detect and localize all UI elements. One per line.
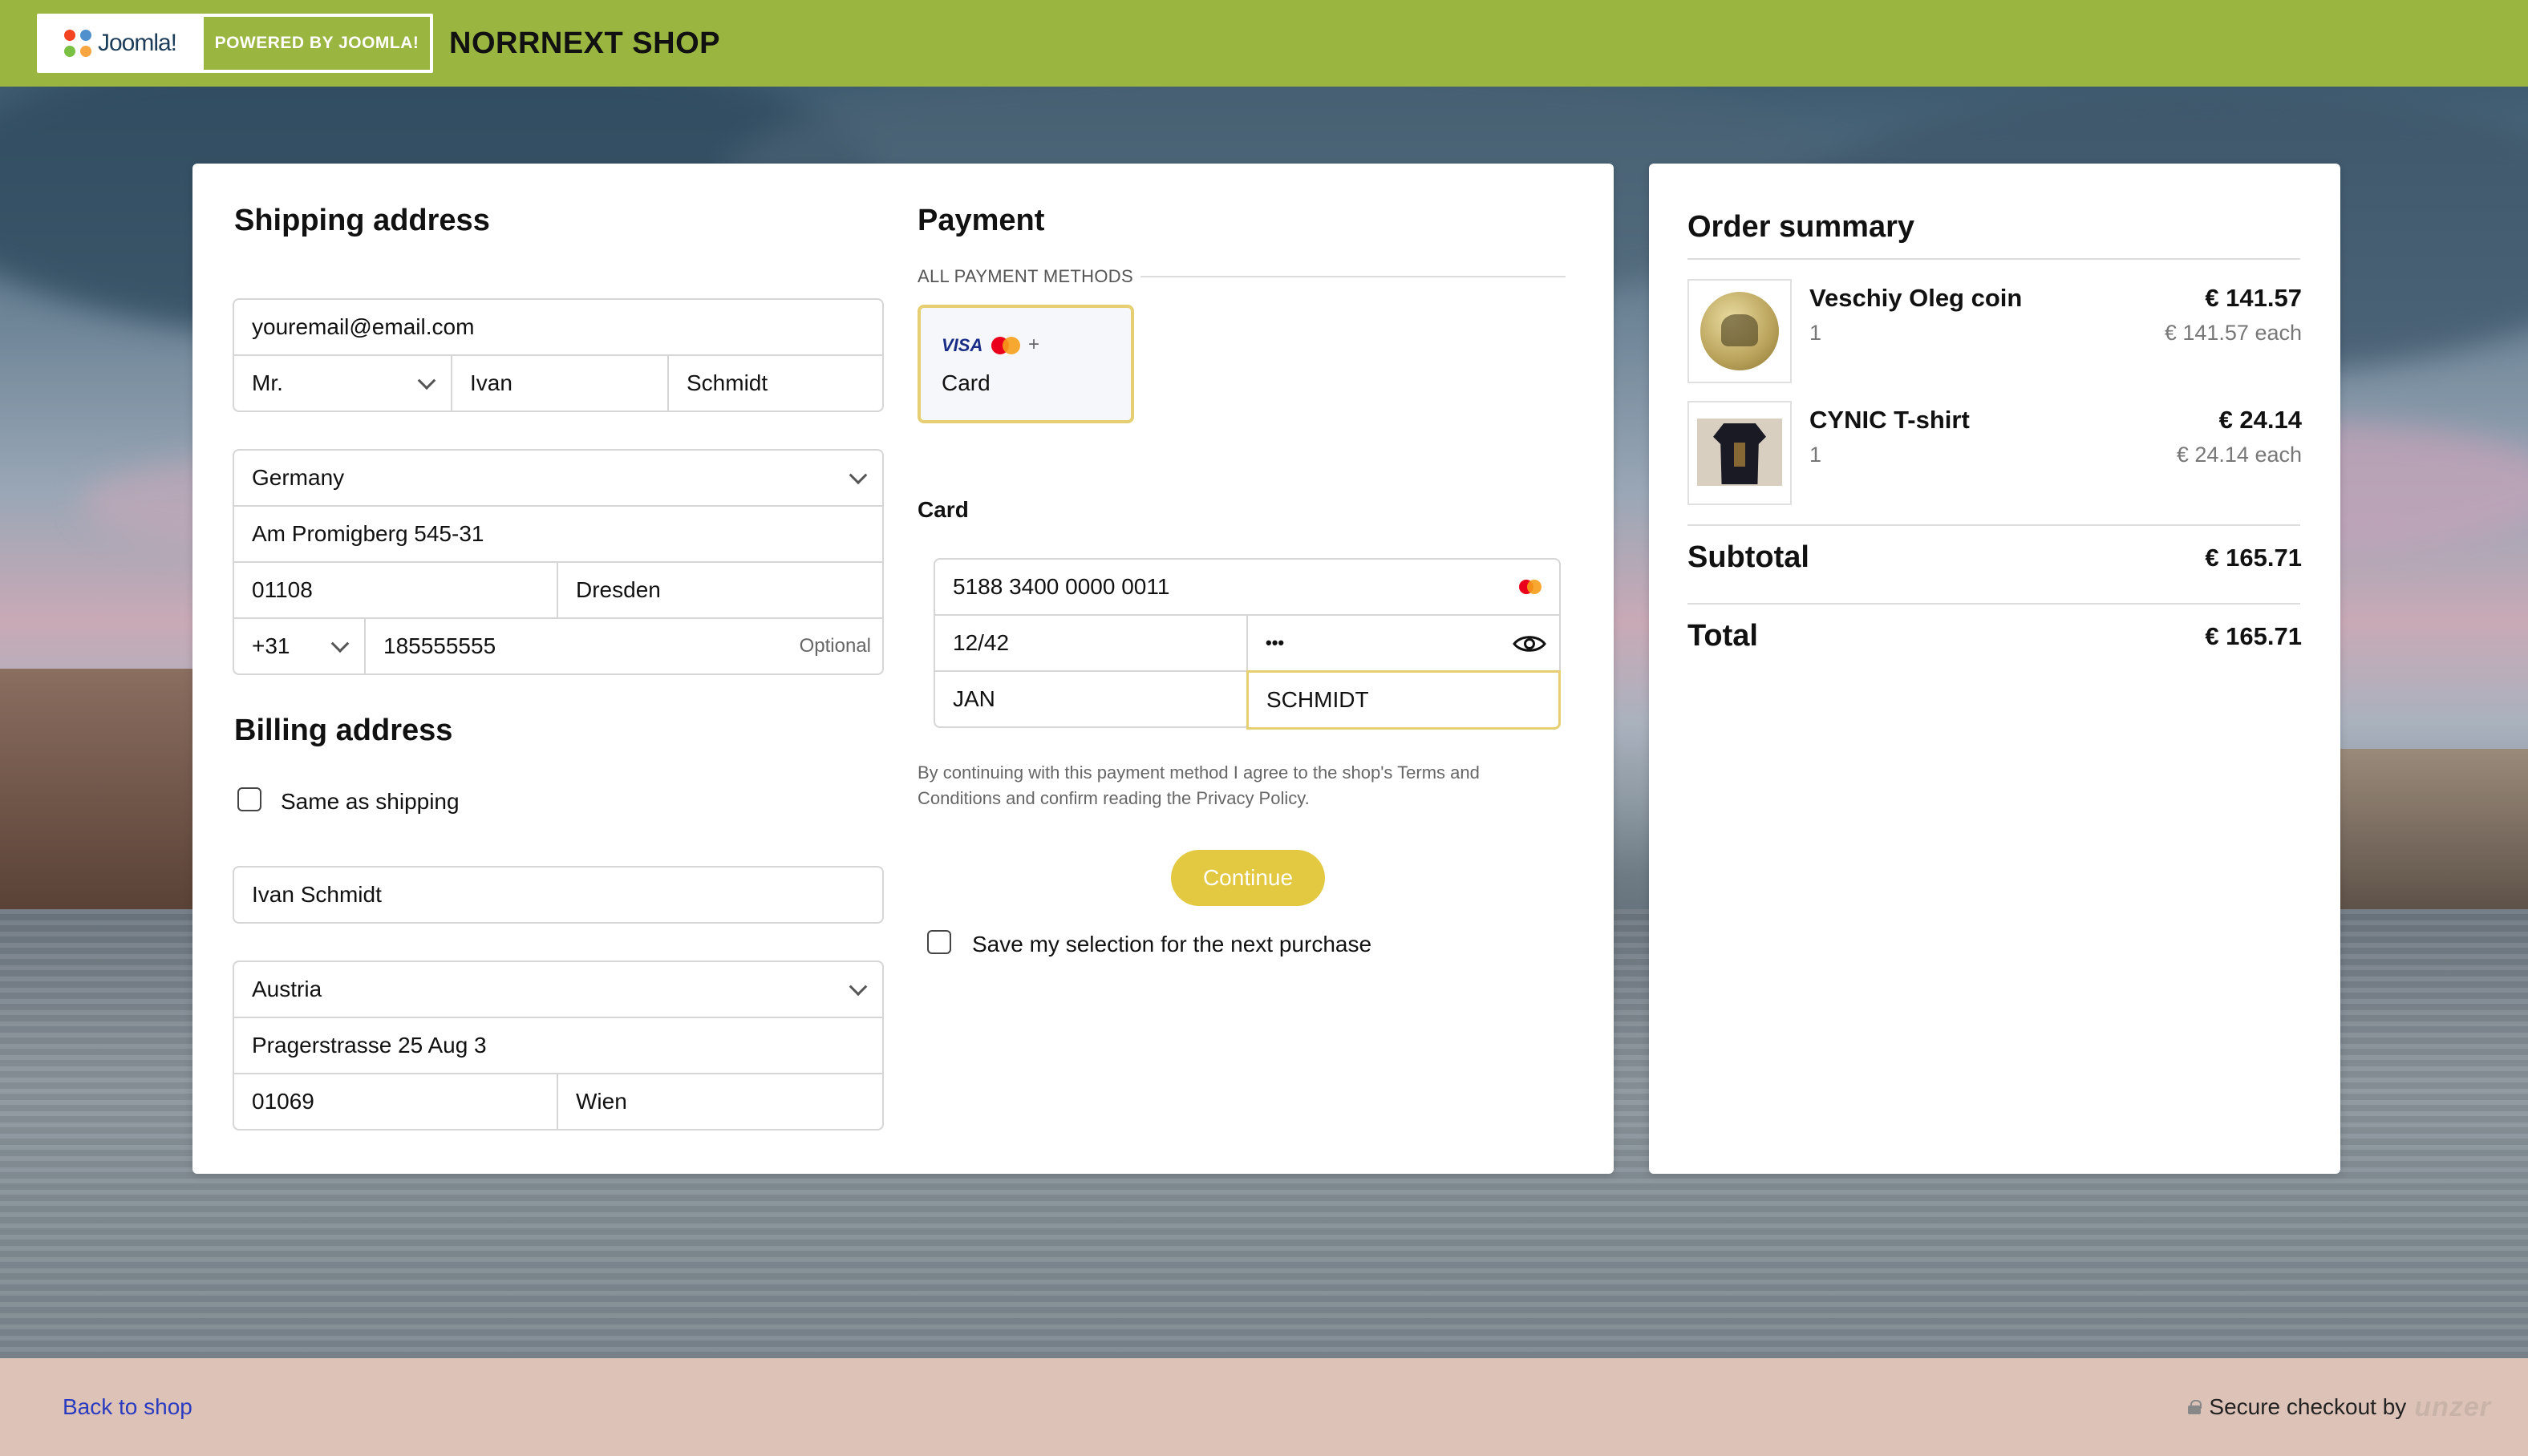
cardholder-last-field[interactable]: SCHMIDT bbox=[1246, 670, 1561, 730]
chevron-down-icon bbox=[849, 977, 868, 997]
product-name: Veschiy Oleg coin bbox=[1809, 284, 2023, 312]
phone-field[interactable]: 185555555 Optional bbox=[364, 617, 884, 675]
joomla-logo: Joomla! bbox=[40, 17, 201, 70]
lock-icon bbox=[2188, 1400, 2202, 1414]
billing-street-field[interactable]: Pragerstrasse 25 Aug 3 bbox=[233, 1017, 884, 1074]
divider bbox=[1140, 276, 1566, 277]
email-field[interactable]: youremail@email.com bbox=[233, 298, 884, 356]
plus-text: + bbox=[1028, 334, 1040, 355]
chevron-down-icon bbox=[417, 371, 436, 390]
payment-methods-label: ALL PAYMENT METHODS bbox=[918, 266, 1133, 286]
order-summary-heading: Order summary bbox=[1687, 210, 1915, 244]
secure-checkout-text: Secure checkout by bbox=[2209, 1394, 2407, 1419]
card-number-field[interactable]: 5188 3400 0000 0011 bbox=[934, 558, 1561, 616]
subtotal-value: € 165.71 bbox=[2205, 544, 2302, 572]
cardholder-first-field[interactable]: JAN bbox=[934, 670, 1248, 728]
total-label: Total bbox=[1687, 619, 1758, 653]
save-selection-label: Save my selection for the next purchase bbox=[972, 932, 1372, 957]
product-qty: 1 bbox=[1809, 321, 1822, 345]
order-summary-panel: Order summary Veschiy Oleg coin 1 € 141.… bbox=[1649, 164, 2340, 1174]
billing-city-field[interactable]: Wien bbox=[557, 1073, 884, 1130]
save-selection-checkbox[interactable] bbox=[927, 930, 951, 954]
mastercard-icon-overlap bbox=[1003, 337, 1020, 354]
joomla-logo-text: Joomla! bbox=[97, 30, 177, 56]
product-qty: 1 bbox=[1809, 443, 1822, 467]
divider bbox=[1687, 258, 2300, 260]
divider bbox=[1687, 603, 2300, 605]
salutation-select[interactable]: Mr. bbox=[233, 354, 452, 412]
phone-code-select[interactable]: +31 bbox=[233, 617, 366, 675]
chevron-down-icon bbox=[849, 466, 868, 485]
chevron-down-icon bbox=[330, 634, 350, 653]
eye-icon[interactable] bbox=[1513, 633, 1546, 654]
terms-text: By continuing with this payment method I… bbox=[918, 762, 1480, 808]
optional-hint: Optional bbox=[799, 635, 871, 657]
shipping-heading: Shipping address bbox=[234, 204, 490, 237]
shipping-city-field[interactable]: Dresden bbox=[557, 561, 884, 619]
product-price: € 141.57 bbox=[2205, 284, 2302, 312]
first-name-field[interactable]: Ivan bbox=[451, 354, 669, 412]
cvc-field[interactable]: ••• bbox=[1246, 614, 1561, 672]
tshirt-image bbox=[1687, 401, 1792, 505]
payment-method-card[interactable]: VISA + Card bbox=[918, 305, 1134, 423]
last-name-field[interactable]: Schmidt bbox=[667, 354, 884, 412]
same-as-shipping-checkbox[interactable] bbox=[237, 787, 261, 811]
shipping-country-select[interactable]: Germany bbox=[233, 449, 884, 507]
unzer-logo: unzer bbox=[2414, 1391, 2491, 1422]
billing-country-select[interactable]: Austria bbox=[233, 961, 884, 1018]
product-unit-price: € 24.14 each bbox=[2176, 443, 2302, 467]
powered-by-label: POWERED BY JOOMLA! bbox=[201, 17, 430, 70]
billing-name-field[interactable]: Ivan Schmidt bbox=[233, 866, 884, 924]
product-unit-price: € 141.57 each bbox=[2164, 321, 2302, 345]
same-as-shipping-label: Same as shipping bbox=[281, 789, 460, 814]
expiry-field[interactable]: 12/42 bbox=[934, 614, 1248, 672]
product-price: € 24.14 bbox=[2218, 406, 2302, 434]
shipping-zip-field[interactable]: 01108 bbox=[233, 561, 558, 619]
joomla-logo-icon bbox=[63, 30, 91, 57]
continue-button[interactable]: Continue bbox=[1171, 850, 1325, 906]
checkout-panel: Shipping address youremail@email.com Mr.… bbox=[192, 164, 1614, 1174]
footer: Back to shop Secure checkout by unzer bbox=[0, 1358, 2528, 1456]
top-bar: Joomla! POWERED BY JOOMLA! NORRNEXT SHOP bbox=[0, 0, 2528, 87]
shop-title: NORRNEXT SHOP bbox=[449, 26, 720, 60]
coin-image bbox=[1687, 279, 1792, 383]
payment-method-label: Card bbox=[942, 370, 991, 395]
back-to-shop-link[interactable]: Back to shop bbox=[63, 1394, 192, 1420]
shipping-street-field[interactable]: Am Promigberg 545-31 bbox=[233, 505, 884, 563]
joomla-badge[interactable]: Joomla! POWERED BY JOOMLA! bbox=[37, 14, 433, 73]
product-name: CYNIC T-shirt bbox=[1809, 406, 1970, 434]
subtotal-label: Subtotal bbox=[1687, 540, 1809, 574]
mastercard-icon-overlap bbox=[1527, 580, 1542, 594]
card-section-label: Card bbox=[918, 497, 969, 522]
divider bbox=[1687, 524, 2300, 526]
billing-heading: Billing address bbox=[234, 714, 453, 747]
total-value: € 165.71 bbox=[2205, 622, 2302, 650]
secure-checkout: Secure checkout by unzer bbox=[2188, 1392, 2491, 1423]
visa-icon: VISA bbox=[942, 335, 983, 355]
billing-zip-field[interactable]: 01069 bbox=[233, 1073, 558, 1130]
payment-heading: Payment bbox=[918, 204, 1045, 237]
